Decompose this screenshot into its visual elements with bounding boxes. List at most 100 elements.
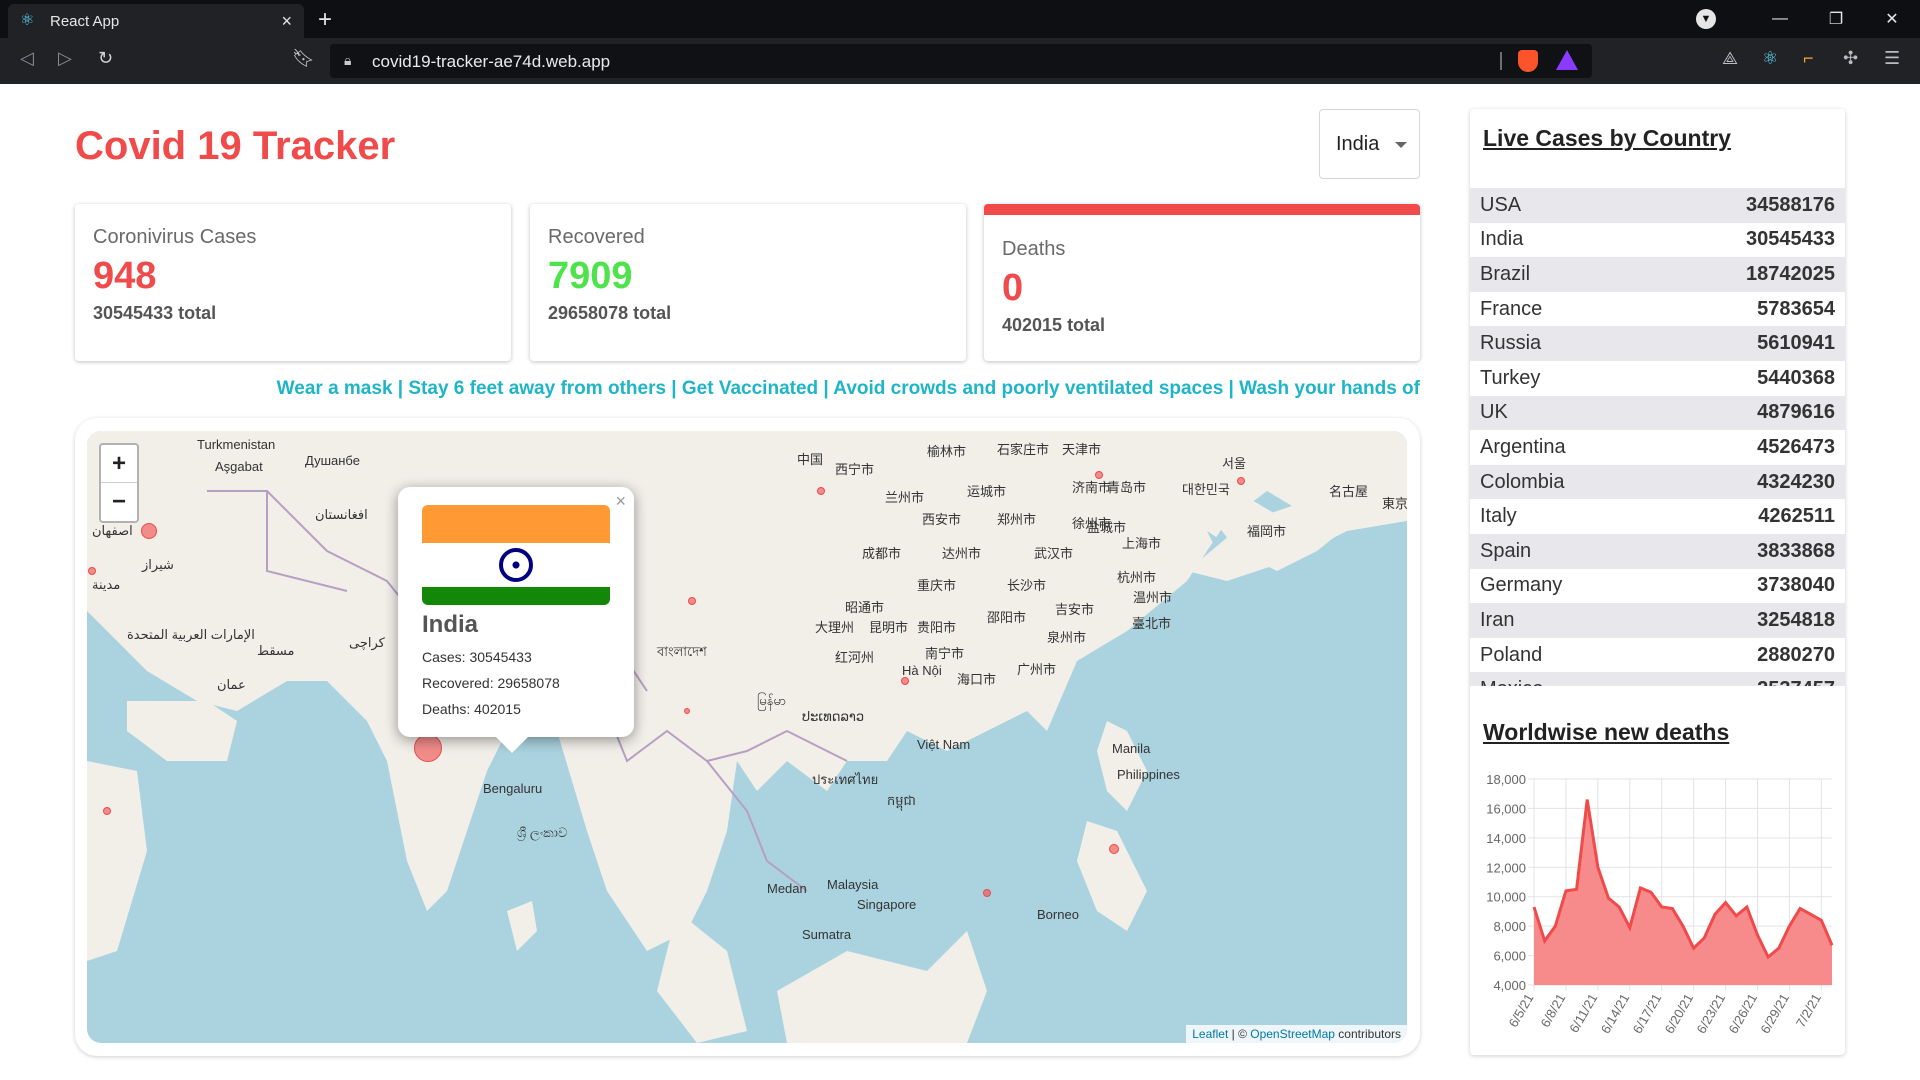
row-country: Italy [1480,505,1517,528]
browser-tab[interactable]: ⚛ React App × [8,4,304,38]
map-place-label: 广州市 [1017,662,1057,677]
extension-icon-1[interactable]: ⟁ [1722,48,1738,69]
case-marker[interactable] [1237,477,1245,485]
row-cases: 4879616 [1757,401,1835,424]
map-place-label: 武汉市 [1034,546,1074,561]
row-country: Poland [1480,643,1543,666]
world-map[interactable]: Turkmenistan Aşgabat Душанбе افغانستان اصفها… [87,431,1407,1043]
zoom-in-button[interactable]: + [101,445,137,483]
popup-country-name: India [422,611,479,638]
map-attribution: Leaflet | © OpenStreetMap contributors [1186,1025,1407,1043]
download-icon[interactable]: ▼ [1696,9,1716,29]
leaflet-link[interactable]: Leaflet [1192,1027,1228,1041]
recovered-card[interactable]: Recovered 7909 29658078 total [530,204,966,361]
case-marker[interactable] [817,487,825,495]
map-place-label: 盐城市 [1087,520,1127,535]
table-row: Germany 3738040 [1470,569,1845,604]
x-tick-label: 6/14/21 [1598,991,1633,1036]
address-divider [1500,52,1502,70]
case-marker[interactable] [688,597,696,605]
row-country: Russia [1480,332,1542,355]
case-marker[interactable] [141,523,157,539]
row-cases: 2537457 [1757,678,1835,686]
case-marker[interactable] [1109,844,1119,854]
map-place-label: 天津市 [1062,442,1102,457]
map-place-label: كراچی [349,635,385,650]
new-tab-button[interactable]: + [318,6,332,34]
row-cases: 2880270 [1757,643,1835,666]
map-place-label: 运城市 [967,484,1007,499]
window-controls: ▼ — ❐ ✕ [1696,0,1920,38]
case-marker[interactable] [1095,471,1103,479]
row-cases: 3738040 [1757,574,1835,597]
map-place-label: Malaysia [827,877,879,892]
map-place-label: 重庆市 [917,578,957,593]
table-row: Brazil 18742025 [1470,257,1845,292]
menu-icon[interactable]: ☰ [1884,48,1900,69]
country-popup: × India Cases: 30545433 Recovered: 29658… [398,487,634,753]
deaths-card[interactable]: Deaths 0 402015 total [984,204,1420,361]
brave-rewards-icon[interactable] [1556,50,1578,70]
map-place-label: 大理州 [815,620,855,635]
map-place-label: 达州市 [942,546,982,561]
y-tick-label: 14,000 [1486,831,1526,846]
popup-close-button[interactable]: × [615,491,626,512]
x-tick-label: 6/5/21 [1506,991,1537,1030]
y-tick-label: 16,000 [1486,801,1526,816]
map-place-label: 福岡市 [1247,524,1287,539]
card-today-value: 0 [1002,267,1024,309]
case-marker[interactable] [983,889,991,897]
map-place-label: 榆林市 [927,444,967,459]
map-place-label: شیراز [142,557,174,572]
restore-icon[interactable]: ❐ [1808,9,1864,29]
tab-close-icon[interactable]: × [281,11,292,32]
map-place-label: Turkmenistan [197,437,276,452]
forward-icon[interactable]: ▷ [58,48,72,69]
row-country: France [1480,297,1543,320]
ashoka-chakra-icon [499,548,533,582]
card-label: Deaths [1002,238,1066,260]
map-place-label: Philippines [1117,767,1180,782]
extension-icon-3[interactable]: ⌐ [1803,48,1814,69]
row-cases: 4526473 [1757,435,1835,458]
map-place-label: Aşgabat [215,459,263,474]
y-tick-label: 18,000 [1486,772,1526,787]
map-place-label: 西宁市 [835,462,875,477]
card-label: Recovered [548,226,645,248]
map-place-label: 济南市 [1072,480,1112,495]
card-label: Coronivirus Cases [93,226,257,248]
map-place-label: 青岛市 [1107,480,1147,495]
react-devtools-icon[interactable]: ⚛ [1762,48,1778,69]
address-bar[interactable]: 🔒︎ covid19-tracker-ae74d.web.app [330,44,1592,78]
y-tick-label: 10,000 [1486,890,1526,905]
extensions-puzzle-icon[interactable]: ✣ [1843,48,1858,69]
row-cases: 30545433 [1746,228,1835,251]
live-cases-table[interactable]: USA 34588176 India 30545433 Brazil 18742025 Fr… [1470,188,1845,686]
cases-card[interactable]: Coronivirus Cases 948 30545433 total [75,204,511,361]
popup-cases: Cases: 30545433 [422,649,532,665]
row-cases: 5610941 [1757,332,1835,355]
map-place-label: Việt Nam [917,737,971,752]
minimize-icon[interactable]: — [1752,10,1808,28]
bookmark-icon[interactable]: 🔖︎ [292,48,315,69]
brave-shield-icon[interactable] [1518,50,1538,72]
row-country: Spain [1480,539,1532,562]
close-window-icon[interactable]: ✕ [1864,9,1920,29]
case-marker[interactable] [684,708,690,714]
reload-icon[interactable]: ↻ [98,48,113,69]
case-marker[interactable] [88,567,96,575]
case-marker[interactable] [103,807,111,815]
case-marker[interactable] [901,677,909,685]
country-dropdown[interactable]: India [1319,109,1420,179]
map-place-label: 红河州 [835,650,875,665]
y-tick-label: 4,000 [1493,978,1526,993]
back-icon[interactable]: ◁ [20,48,34,69]
new-deaths-chart: 4,000 6,000 8,000 10,000 12,000 14,000 16,000 1… [1486,772,1834,1036]
osm-link[interactable]: OpenStreetMap [1250,1027,1335,1041]
case-marker[interactable] [414,734,442,762]
map-place-label: افغانستان [315,507,368,522]
table-row: USA 34588176 [1470,188,1845,223]
map-place-label: Manila [1112,741,1151,756]
row-country: India [1480,228,1524,251]
zoom-out-button[interactable]: − [101,483,137,521]
